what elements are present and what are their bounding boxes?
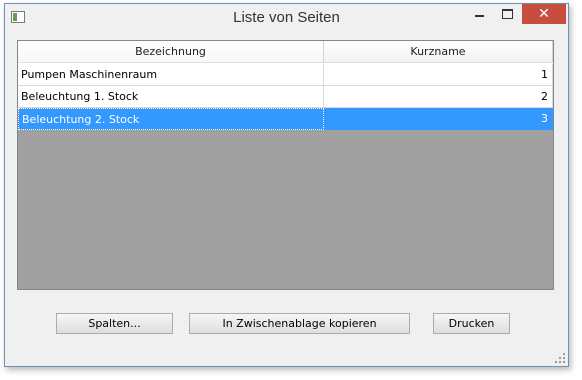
cell-bezeichnung[interactable]: Pumpen Maschinenraum [18, 64, 324, 86]
resize-grip-icon[interactable] [555, 353, 565, 363]
cell-bezeichnung[interactable]: Beleuchtung 2. Stock [18, 108, 324, 130]
columns-button[interactable]: Spalten... [56, 313, 173, 334]
table-row-selected[interactable]: Beleuchtung 2. Stock 3 [18, 108, 553, 130]
copy-to-clipboard-button[interactable]: In Zwischenablage kopieren [189, 313, 410, 334]
maximize-icon [502, 9, 513, 19]
column-header-kurzname[interactable]: Kurzname [324, 41, 553, 63]
print-button[interactable]: Drucken [433, 313, 510, 334]
table-row[interactable]: Beleuchtung 1. Stock 2 [18, 86, 553, 108]
close-icon: ✕ [538, 6, 550, 22]
cell-kurzname[interactable]: 1 [324, 64, 553, 86]
cell-kurzname[interactable]: 2 [324, 86, 553, 108]
table-row[interactable]: Pumpen Maschinenraum 1 [18, 64, 553, 86]
dialog-window: Liste von Seiten ✕ Bezeichnung Kurzname … [4, 3, 569, 367]
column-header-bezeichnung[interactable]: Bezeichnung [18, 41, 324, 63]
table-header: Bezeichnung Kurzname [18, 41, 553, 64]
maximize-button[interactable] [494, 4, 520, 24]
title-bar[interactable]: Liste von Seiten ✕ [5, 4, 568, 32]
minimize-icon [475, 15, 484, 17]
minimize-button[interactable] [466, 4, 492, 24]
cell-kurzname[interactable]: 3 [324, 108, 553, 130]
pages-table[interactable]: Bezeichnung Kurzname Pumpen Maschinenrau… [17, 40, 554, 290]
close-button[interactable]: ✕ [522, 4, 566, 24]
cell-bezeichnung[interactable]: Beleuchtung 1. Stock [18, 86, 324, 108]
